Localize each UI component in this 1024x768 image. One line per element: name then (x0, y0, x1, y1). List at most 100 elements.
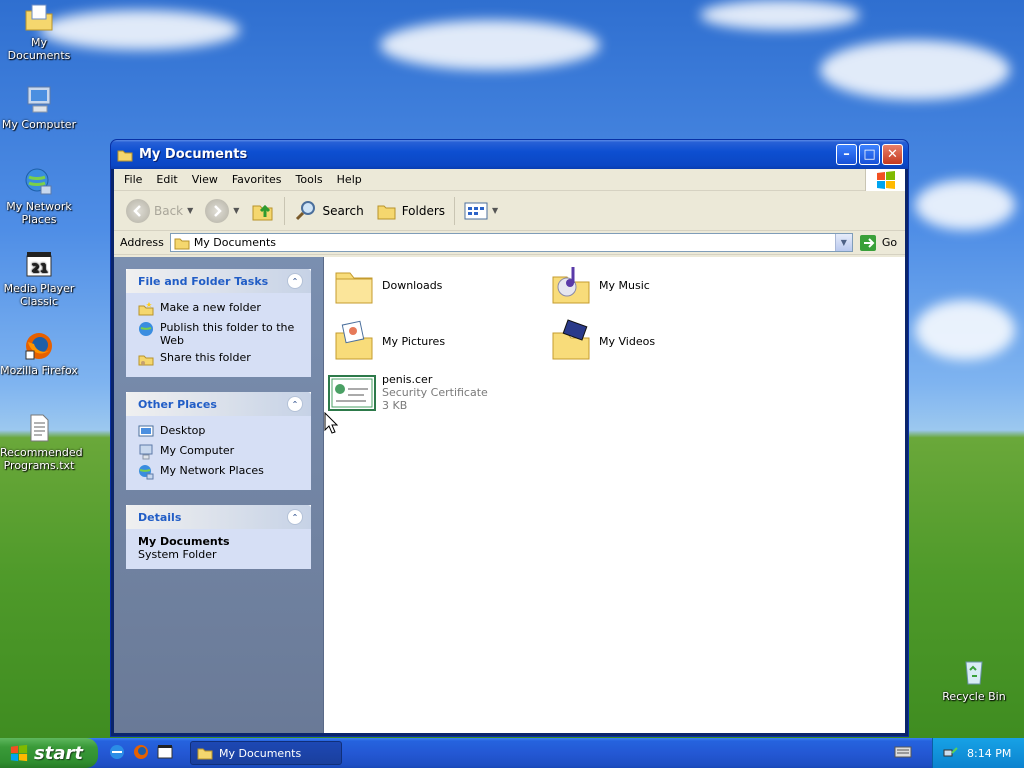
task-pane: File and Folder Tasks ⌃ Make a new folde… (114, 257, 324, 733)
views-grid-icon (464, 202, 488, 219)
close-icon: ✕ (887, 147, 898, 162)
back-button[interactable]: Back ▼ (120, 198, 199, 223)
web-publish-icon (139, 322, 153, 336)
forward-arrow-icon (205, 198, 230, 223)
menu-file[interactable]: File (117, 173, 149, 186)
toolbar-divider (284, 196, 286, 225)
menu-tools[interactable]: Tools (289, 173, 330, 186)
details-name: My Documents (138, 535, 230, 548)
folder-icon (197, 748, 213, 760)
menu-view[interactable]: View (185, 173, 225, 186)
share-folder-link[interactable]: Share this folder (138, 349, 301, 369)
keyboard-icon[interactable] (894, 745, 912, 759)
chevron-down-icon[interactable]: ▼ (233, 206, 239, 215)
other-place-my-computer[interactable]: My Computer (138, 442, 301, 462)
mouse-cursor-icon (324, 412, 338, 434)
windows-logo-icon (865, 169, 905, 191)
start-button[interactable]: start (0, 738, 98, 768)
collapse-chevron-icon[interactable]: ⌃ (287, 396, 303, 412)
recycle-bin-icon (965, 661, 983, 685)
menu-help[interactable]: Help (330, 173, 369, 186)
folder-icon (117, 150, 133, 161)
chevron-down-icon[interactable]: ▼ (187, 206, 193, 215)
go-arrow-icon (859, 234, 876, 251)
desktop-icon-media-player-classic[interactable]: 21 Media Player Classic (0, 248, 78, 308)
minimize-button[interactable]: – (836, 144, 857, 165)
firefox-icon (25, 333, 52, 360)
desktop-icon-my-network-places[interactable]: My Network Places (0, 166, 78, 226)
search-icon (296, 200, 316, 220)
collapse-chevron-icon[interactable]: ⌃ (287, 509, 303, 525)
file-list-pane: Downloads My Music My Pictures My Videos (324, 257, 905, 733)
quick-launch (108, 743, 174, 761)
file-item-my-pictures[interactable]: My Pictures (332, 319, 445, 363)
publish-folder-link[interactable]: Publish this folder to the Web (138, 319, 301, 349)
new-folder-icon (138, 302, 154, 316)
file-item-certificate[interactable]: penis.cer Security Certificate 3 KB (328, 373, 488, 412)
address-label: Address (120, 236, 164, 249)
make-new-folder-link[interactable]: Make a new folder (138, 299, 301, 319)
other-places-header[interactable]: Other Places ⌃ (126, 392, 311, 416)
file-folder-tasks-header[interactable]: File and Folder Tasks ⌃ (126, 269, 311, 293)
folders-button[interactable]: Folders (370, 201, 451, 221)
go-button[interactable]: Go (859, 234, 897, 252)
other-place-desktop[interactable]: Desktop (138, 422, 301, 442)
menu-bar: File Edit View Favorites Tools Help (114, 169, 905, 191)
videos-folder-icon (552, 319, 590, 360)
menu-favorites[interactable]: Favorites (225, 173, 289, 186)
share-folder-icon (138, 355, 154, 366)
network-tray-icon[interactable] (943, 745, 959, 761)
address-bar: Address My Documents ▼ Go (114, 231, 905, 255)
file-item-downloads[interactable]: Downloads (332, 263, 442, 307)
file-item-my-music[interactable]: My Music (549, 263, 650, 307)
other-place-my-network-places[interactable]: My Network Places (138, 462, 301, 482)
collapse-chevron-icon[interactable]: ⌃ (287, 273, 303, 289)
address-value: My Documents (193, 236, 277, 249)
firefox-icon[interactable] (132, 743, 150, 761)
folder-document-icon (25, 4, 53, 31)
media-player-icon[interactable] (156, 743, 174, 761)
clock[interactable]: 8:14 PM (967, 747, 1011, 760)
certificate-size: 3 KB (382, 399, 408, 412)
computer-icon (27, 86, 51, 113)
window-title: My Documents (139, 147, 248, 162)
toolbar-divider (454, 196, 456, 225)
folders-icon (377, 205, 396, 219)
taskbar: start My Documents 8:14 PM (0, 738, 1024, 768)
window-frame: File Edit View Favorites Tools Help Back… (114, 169, 905, 733)
internet-explorer-icon[interactable] (108, 743, 126, 761)
menu-edit[interactable]: Edit (149, 173, 184, 186)
desktop-icon-recycle-bin[interactable]: Recycle Bin (935, 656, 1013, 703)
pictures-folder-icon (335, 320, 373, 360)
desktop-icon-recommended-programs[interactable]: Recommended Programs.txt (0, 412, 83, 472)
system-tray: 8:14 PM (932, 738, 1024, 768)
search-button[interactable]: Search (288, 199, 369, 223)
window-titlebar[interactable]: My Documents – □ ✕ (111, 140, 908, 169)
views-button[interactable]: ▼ (458, 202, 504, 220)
desktop-icon-my-documents[interactable]: My Documents (0, 2, 78, 62)
file-item-my-videos[interactable]: My Videos (549, 319, 655, 363)
other-places-panel: Other Places ⌃ Desktop My Computer My Ne… (126, 392, 311, 490)
desktop-icon (138, 425, 154, 437)
address-input[interactable]: My Documents ▼ (169, 233, 853, 252)
taskbar-button-my-documents[interactable]: My Documents (190, 741, 342, 765)
address-dropdown-button[interactable]: ▼ (834, 234, 852, 251)
maximize-button[interactable]: □ (859, 144, 880, 165)
folder-icon (335, 272, 373, 304)
explorer-window: My Documents – □ ✕ File Edit View Favori… (110, 139, 909, 737)
chevron-down-icon: ▼ (840, 238, 847, 247)
certificate-icon (328, 374, 376, 411)
forward-button[interactable]: ▼ (199, 198, 245, 223)
windows-logo-icon (10, 744, 28, 762)
toolbar: Back ▼ ▼ Search Folders ▼ (114, 191, 905, 231)
file-folder-tasks-panel: File and Folder Tasks ⌃ Make a new folde… (126, 269, 311, 377)
details-type: System Folder (138, 548, 217, 561)
desktop-icon-mozilla-firefox[interactable]: Mozilla Firefox (0, 330, 78, 377)
up-folder-button[interactable] (245, 199, 281, 223)
back-arrow-icon (126, 198, 150, 223)
music-folder-icon (552, 267, 590, 304)
close-button[interactable]: ✕ (882, 144, 903, 165)
desktop-icon-my-computer[interactable]: My Computer (0, 84, 78, 131)
details-header[interactable]: Details ⌃ (126, 505, 311, 529)
folder-up-icon (252, 204, 273, 220)
